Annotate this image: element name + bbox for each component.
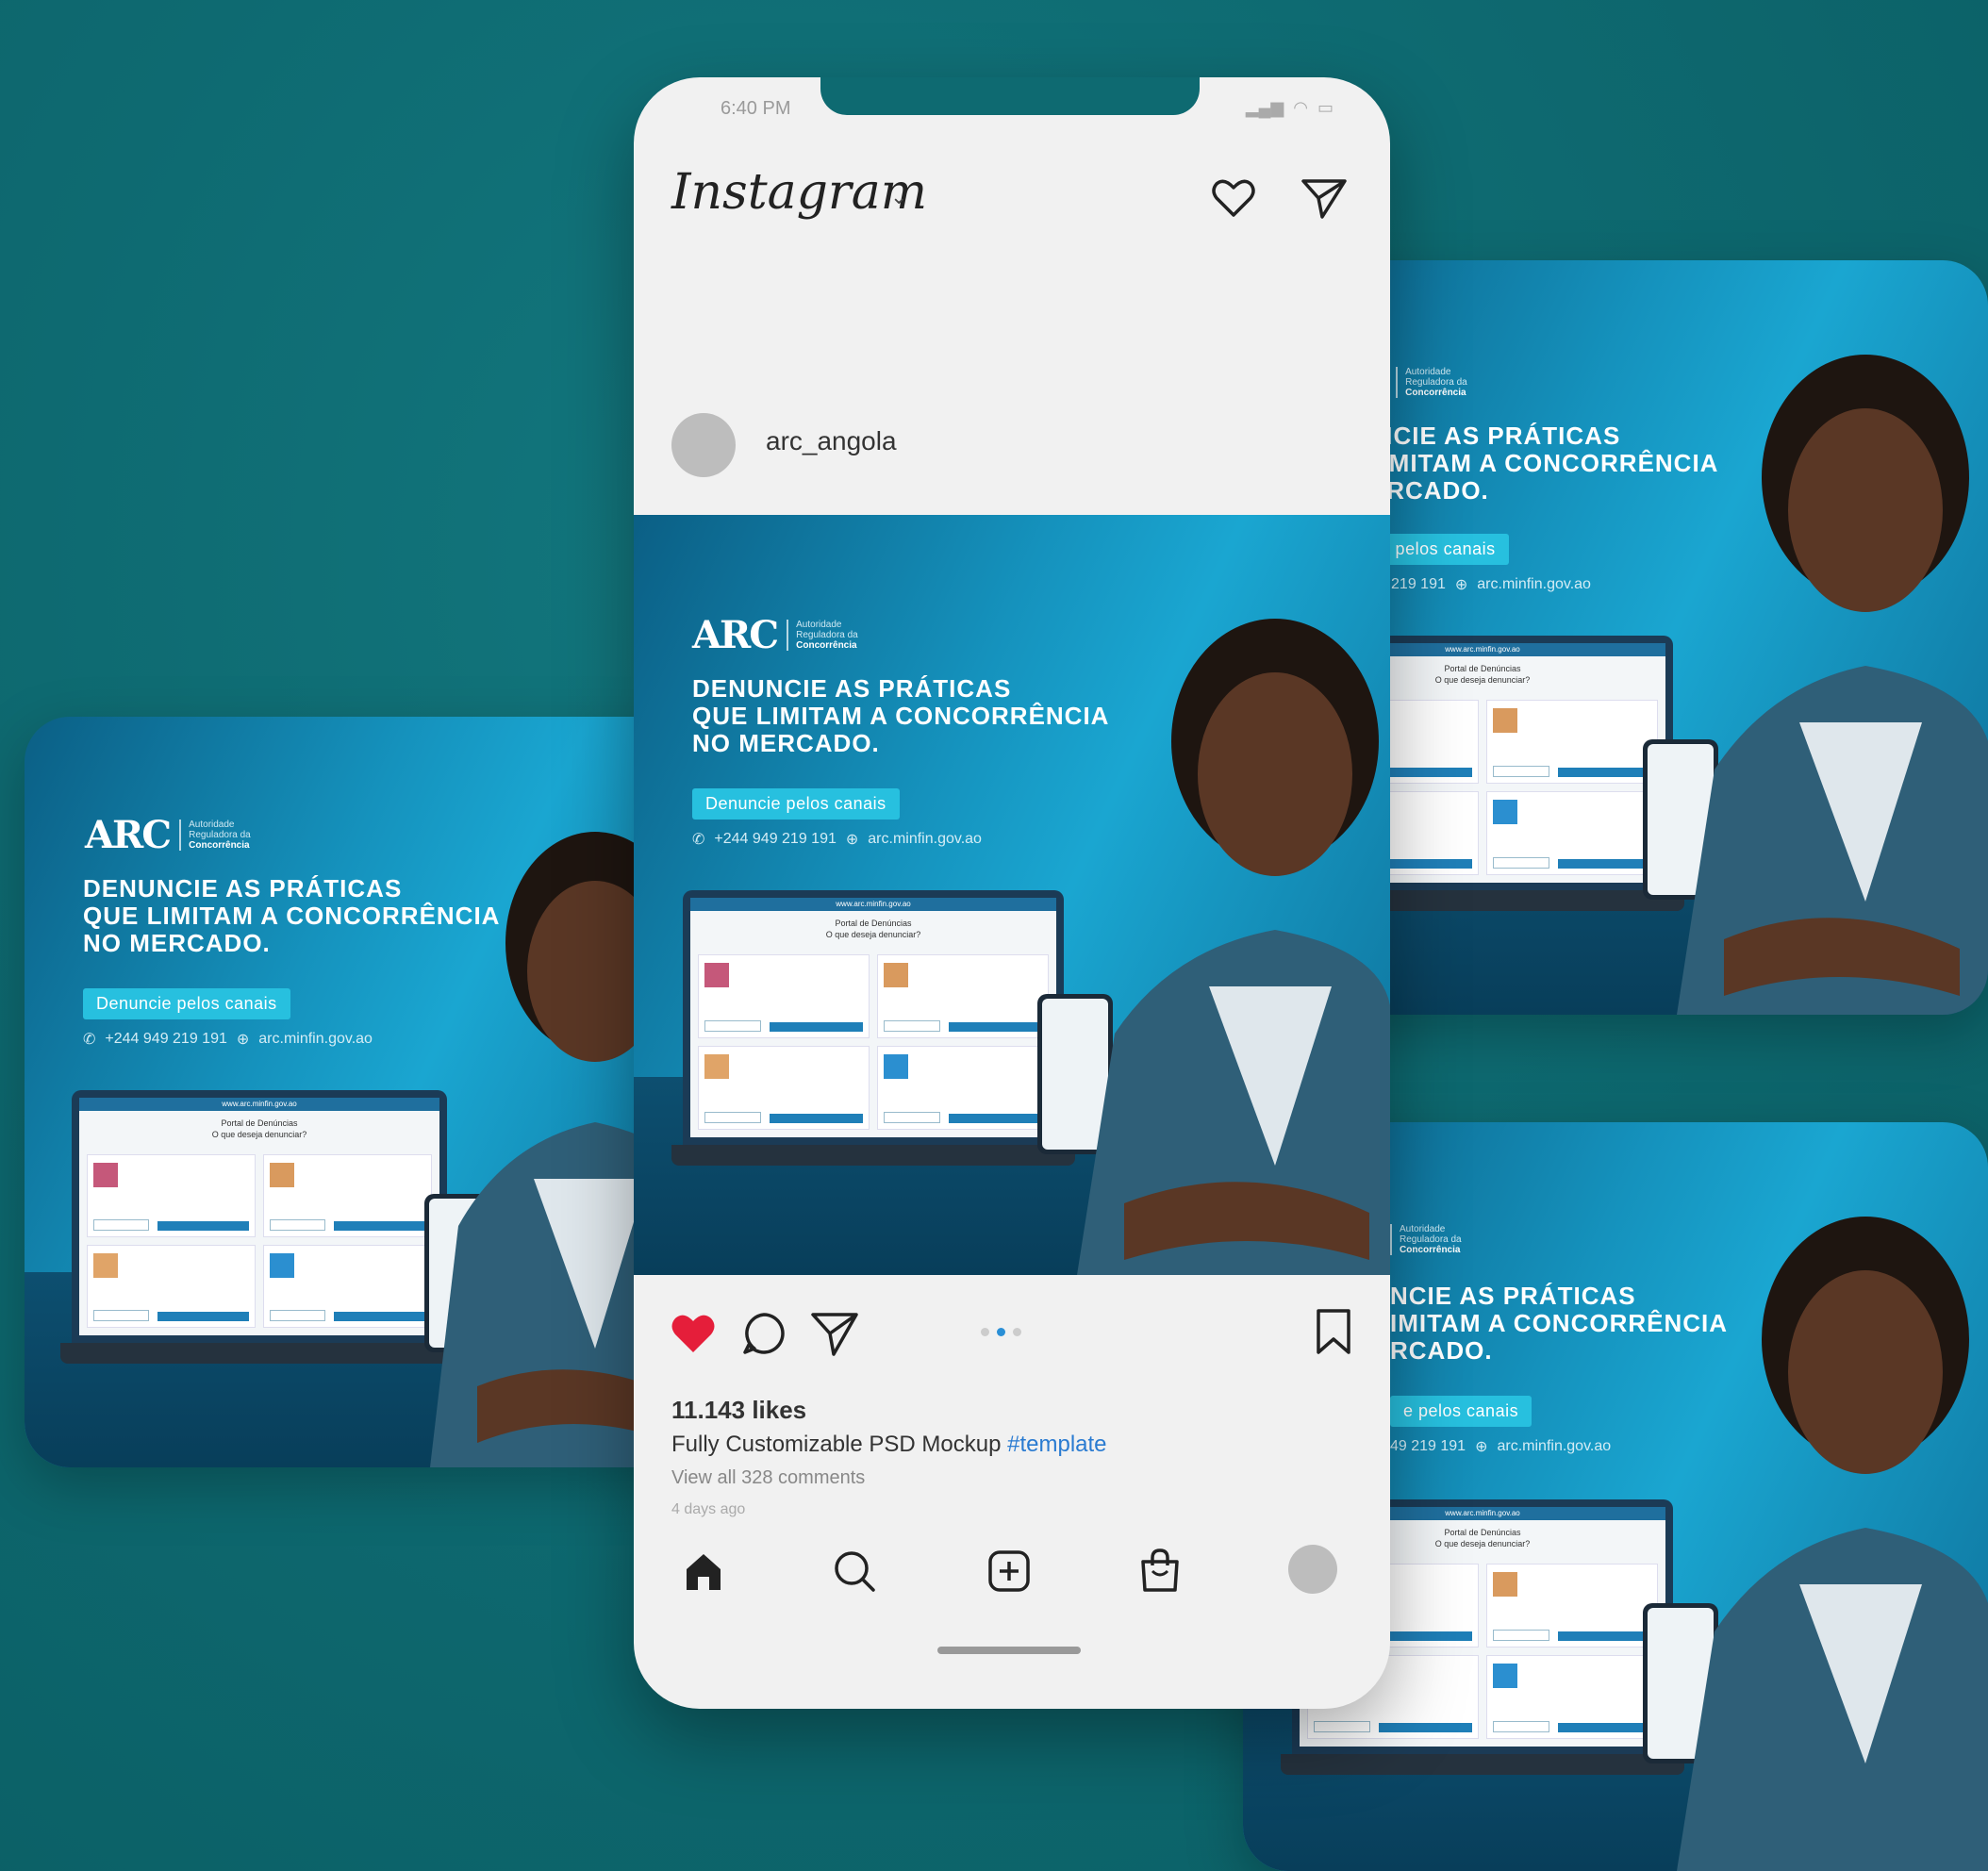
view-comments-link[interactable]: View all 328 comments — [671, 1467, 865, 1489]
battery-icon: ▭ — [1317, 98, 1334, 117]
paper-plane-icon[interactable] — [1298, 172, 1350, 224]
post-actions — [634, 1300, 1390, 1366]
arc-logo: ARC AutoridadeReguladora daConcorrência — [692, 613, 858, 657]
profile-tab-avatar[interactable] — [1288, 1545, 1337, 1594]
woman-figure — [1677, 355, 1988, 1015]
woman-figure — [1677, 1217, 1988, 1871]
chevron-down-icon[interactable]: ⌄ — [890, 185, 907, 209]
home-icon[interactable] — [681, 1548, 726, 1594]
post-caption: Fully Customizable PSD Mockup #template — [671, 1432, 1107, 1457]
bookmark-icon[interactable] — [1313, 1307, 1354, 1358]
comment-icon[interactable] — [739, 1309, 788, 1358]
shop-icon[interactable] — [1137, 1547, 1183, 1594]
profile-avatar[interactable] — [671, 413, 736, 477]
logo-mark: ARC — [85, 813, 172, 857]
new-post-icon[interactable] — [986, 1548, 1032, 1594]
instagram-logo[interactable]: Instagram — [671, 164, 927, 221]
arc-logo: ARC AutoridadeReguladora daConcorrência — [85, 813, 251, 857]
laptop-mockup: www.arc.minfin.gov.ao Portal de Denúncia… — [671, 890, 1075, 1166]
share-icon[interactable] — [809, 1309, 860, 1358]
hashtag-link[interactable]: #template — [1007, 1432, 1106, 1457]
search-icon[interactable] — [832, 1548, 877, 1594]
signal-icon: ▂▄▆ — [1245, 98, 1284, 117]
cta-badge: Denuncie pelos canais — [83, 988, 290, 1019]
status-time: 6:40 PM — [721, 98, 791, 119]
wifi-icon: ◠ — [1293, 98, 1308, 117]
heart-outline-icon[interactable] — [1207, 172, 1260, 224]
globe-icon: ⊕ — [236, 1032, 250, 1048]
post-ad: ARC Autoridade Reguladora da Concorrência … — [634, 515, 1390, 1275]
post-time: 4 days ago — [671, 1501, 746, 1517]
contact-line: 49 219 191 ⊕ arc.minfin.gov.ao — [1390, 1438, 1612, 1455]
notch — [820, 77, 1200, 115]
cta-badge: e pelos canais — [1390, 1396, 1532, 1427]
promo-card-left: ARC Autoridade Reguladora da Concorrência … — [25, 717, 704, 1467]
cta-badge: Denuncie pelos canais — [692, 788, 900, 820]
home-indicator — [937, 1647, 1081, 1654]
bottom-tab-bar — [634, 1539, 1390, 1605]
post-image[interactable]: ARC Autoridade Reguladora da Concorrência … — [634, 515, 1390, 1275]
laptop-mockup: www.arc.minfin.gov.ao Portal de Denúncia… — [60, 1090, 458, 1364]
contact-line: ✆+244 949 219 191⊕arc.minfin.gov.ao — [83, 1031, 373, 1048]
woman-figure — [1077, 619, 1390, 1275]
likes-count[interactable]: 11.143 likes — [671, 1396, 806, 1425]
status-icons: ▂▄▆ ◠ ▭ — [1246, 98, 1334, 118]
post-username[interactable]: arc_angola — [766, 426, 897, 456]
logo-subtitle: Autoridade Reguladora da Concorrência — [179, 820, 251, 851]
heart-filled-icon[interactable] — [668, 1309, 719, 1356]
arc-logo-partial: Autoridade Reguladora da Concorrência — [1390, 1224, 1462, 1255]
carousel-indicator — [981, 1328, 1021, 1336]
contact-line: ✆+244 949 219 191⊕arc.minfin.gov.ao — [692, 831, 982, 848]
phone-frame: 6:40 PM ▂▄▆ ◠ ▭ Instagram ⌄ arc_angola ARC… — [634, 77, 1390, 1709]
phone-icon: ✆ — [83, 1032, 96, 1048]
